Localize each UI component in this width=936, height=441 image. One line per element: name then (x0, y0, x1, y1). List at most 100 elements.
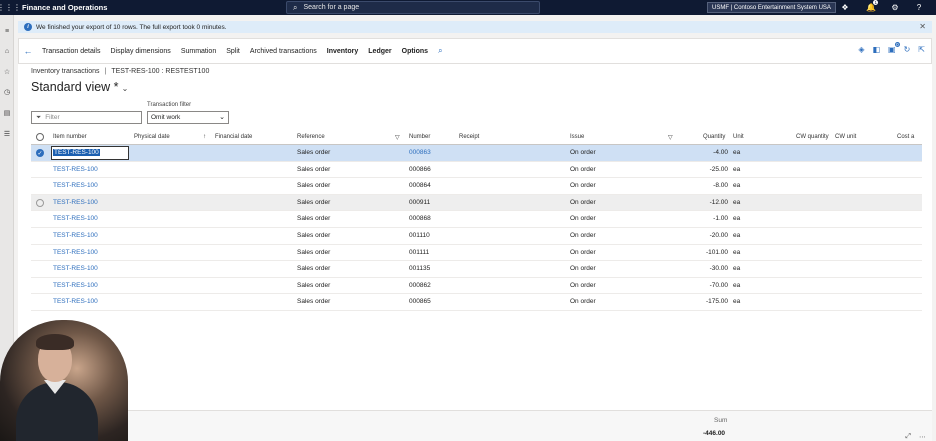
table-row[interactable]: TEST-RES-100 Sales order 001111 On order -10… (31, 245, 922, 262)
row-checkbox[interactable] (36, 232, 44, 240)
company-picker[interactable]: USMF | Contoso Entertainment System USA (707, 2, 836, 13)
action-summation[interactable]: Summation (181, 48, 216, 55)
footer-controls: ⤢ ⋯ (905, 433, 926, 441)
cell-number: 001111 (409, 248, 430, 256)
action-archived-transactions[interactable]: Archived transactions (250, 48, 317, 55)
col-receipt[interactable]: Receipt (459, 134, 479, 140)
action-ledger[interactable]: Ledger (368, 48, 391, 55)
cell-quantity: -25.00 (709, 165, 728, 173)
cell-item-number[interactable]: TEST-RES-100 (53, 199, 98, 206)
select-all-checkbox[interactable] (36, 133, 44, 141)
table-row[interactable]: TEST-RES-100 Sales order 000911 On order -12… (31, 194, 922, 212)
table-row[interactable]: TEST-RES-100 Sales order 000866 On order -25… (31, 162, 922, 179)
table-row[interactable]: TEST-RES-100 Sales order 000868 On order -1.… (31, 211, 922, 228)
content-area: Inventory transactions | TEST-RES-100 : RE… (18, 64, 932, 441)
action-pane-right: ◈ ◧ ▣ 0 ↻ ⇱ (858, 42, 925, 54)
row-checkbox[interactable] (36, 282, 44, 290)
cell-number: 000862 (409, 281, 431, 289)
gear-icon[interactable]: ⚙ (888, 1, 902, 14)
help-icon[interactable]: ? (912, 1, 926, 14)
row-checkbox[interactable] (36, 298, 44, 306)
row-checkbox[interactable]: ✓ (36, 149, 44, 157)
action-search-icon[interactable]: ⌕ (438, 46, 442, 56)
action-display-dimensions[interactable]: Display dimensions (111, 48, 171, 55)
app-bar: ⋮⋮⋮ Finance and Operations ⌕ Search for … (0, 0, 936, 15)
action-split[interactable]: Split (226, 48, 240, 55)
breadcrumb-record: TEST-RES-100 : RESTEST100 (111, 68, 210, 75)
col-physical-date[interactable]: Physical date (134, 134, 170, 140)
row-checkbox[interactable] (36, 166, 44, 174)
cell-item-number[interactable]: TEST-RES-100 (53, 182, 98, 189)
filter-input[interactable]: ⏷ Filter (31, 111, 142, 124)
notification-badge: 1 (873, 0, 878, 5)
cell-item-number[interactable]: TEST-RES-100 (53, 166, 98, 173)
workspace-icon[interactable]: ▤ (0, 107, 14, 119)
col-unit[interactable]: Unit (733, 134, 744, 140)
table-row[interactable]: TEST-RES-100 Sales order 000862 On order -70… (31, 278, 922, 295)
cell-unit: ea (733, 281, 741, 289)
col-issue[interactable]: Issue (570, 134, 584, 140)
col-cw-quantity[interactable]: CW quantity (796, 134, 829, 140)
cell-item-number[interactable]: TEST-RES-100 (53, 298, 98, 305)
col-number[interactable]: Number (409, 134, 430, 140)
col-reference[interactable]: Reference (297, 134, 325, 140)
col-cost-amount[interactable]: Cost a (897, 134, 914, 140)
app-title: Finance and Operations (22, 3, 108, 12)
row-checkbox[interactable] (36, 198, 44, 207)
diamond-icon[interactable]: ◈ (858, 45, 864, 54)
transaction-filter-label: Transaction filter (147, 102, 192, 108)
hamburger-icon[interactable]: ≡ (0, 25, 14, 37)
cell-number: 000864 (409, 182, 431, 190)
row-checkbox[interactable] (36, 215, 44, 223)
transaction-filter-value: Omit work (151, 114, 181, 121)
bell-icon[interactable]: 🔔 1 (864, 0, 878, 14)
col-item-number[interactable]: Item number (53, 134, 87, 140)
col-cw-unit[interactable]: CW unit (835, 134, 856, 140)
row-checkbox[interactable] (36, 249, 44, 257)
recent-icon[interactable]: ◷ (0, 86, 14, 98)
filter-funnel-icon: ▽ (668, 135, 673, 141)
action-options[interactable]: Options (402, 48, 428, 55)
table-row[interactable]: ✓ TEST-RES-100 Sales order 000863 On order -4… (31, 145, 922, 162)
col-quantity[interactable]: Quantity (703, 134, 725, 140)
attachments-icon[interactable]: ▣ 0 (888, 42, 900, 54)
refresh-icon[interactable]: ↻ (904, 45, 911, 54)
col-financial-date[interactable]: Financial date (215, 134, 252, 140)
cell-number[interactable]: 000863 (409, 149, 431, 156)
more-icon[interactable]: ⋯ (919, 433, 926, 441)
back-arrow-icon[interactable]: ← (19, 46, 37, 56)
table-row[interactable]: TEST-RES-100 Sales order 001110 On order -20… (31, 228, 922, 245)
cell-quantity: -8.00 (713, 182, 728, 190)
chevron-down-icon: ⌄ (121, 84, 129, 93)
expand-icon[interactable]: ⤢ (905, 433, 911, 441)
waffle-icon[interactable]: ⋮⋮⋮ (0, 0, 21, 15)
cell-reference: Sales order (297, 281, 331, 289)
table-row[interactable]: TEST-RES-100 Sales order 001135 On order -30… (31, 261, 922, 278)
cell-unit: ea (733, 265, 741, 273)
view-selector[interactable]: Standard view * ⌄ (31, 80, 128, 94)
transaction-filter-select[interactable]: Omit work ⌄ (147, 111, 229, 124)
cell-item-number[interactable]: TEST-RES-100 (53, 215, 98, 222)
close-icon[interactable]: ✕ (919, 22, 926, 31)
office-icon[interactable]: ◧ (872, 45, 880, 54)
cell-item-number[interactable]: TEST-RES-100 (53, 265, 98, 272)
cell-item-number[interactable]: TEST-RES-100 (53, 232, 98, 239)
modules-icon[interactable]: ☰ (0, 128, 14, 140)
open-new-window-icon[interactable]: ⇱ (918, 45, 925, 54)
item-number-editor[interactable]: TEST-RES-100 (51, 146, 129, 160)
table-row[interactable]: TEST-RES-100 Sales order 000865 On order -17… (31, 294, 922, 311)
cell-quantity: -30.00 (709, 265, 728, 273)
cell-item-number[interactable]: TEST-RES-100 (53, 282, 98, 289)
row-checkbox[interactable] (36, 182, 44, 190)
action-inventory[interactable]: Inventory (327, 48, 359, 55)
table-row[interactable]: TEST-RES-100 Sales order 000864 On order -8.… (31, 178, 922, 195)
page-search[interactable]: ⌕ Search for a page (286, 1, 540, 14)
cell-item-number[interactable]: TEST-RES-100 (53, 249, 98, 256)
star-icon[interactable]: ☆ (0, 66, 14, 78)
copilot-icon[interactable]: ❖ (838, 1, 852, 14)
action-transaction-details[interactable]: Transaction details (42, 48, 101, 55)
cell-number: 001135 (409, 265, 431, 273)
home-icon[interactable]: ⌂ (0, 45, 14, 57)
row-checkbox[interactable] (36, 265, 44, 273)
filter-funnel-icon: ▽ (395, 135, 400, 141)
